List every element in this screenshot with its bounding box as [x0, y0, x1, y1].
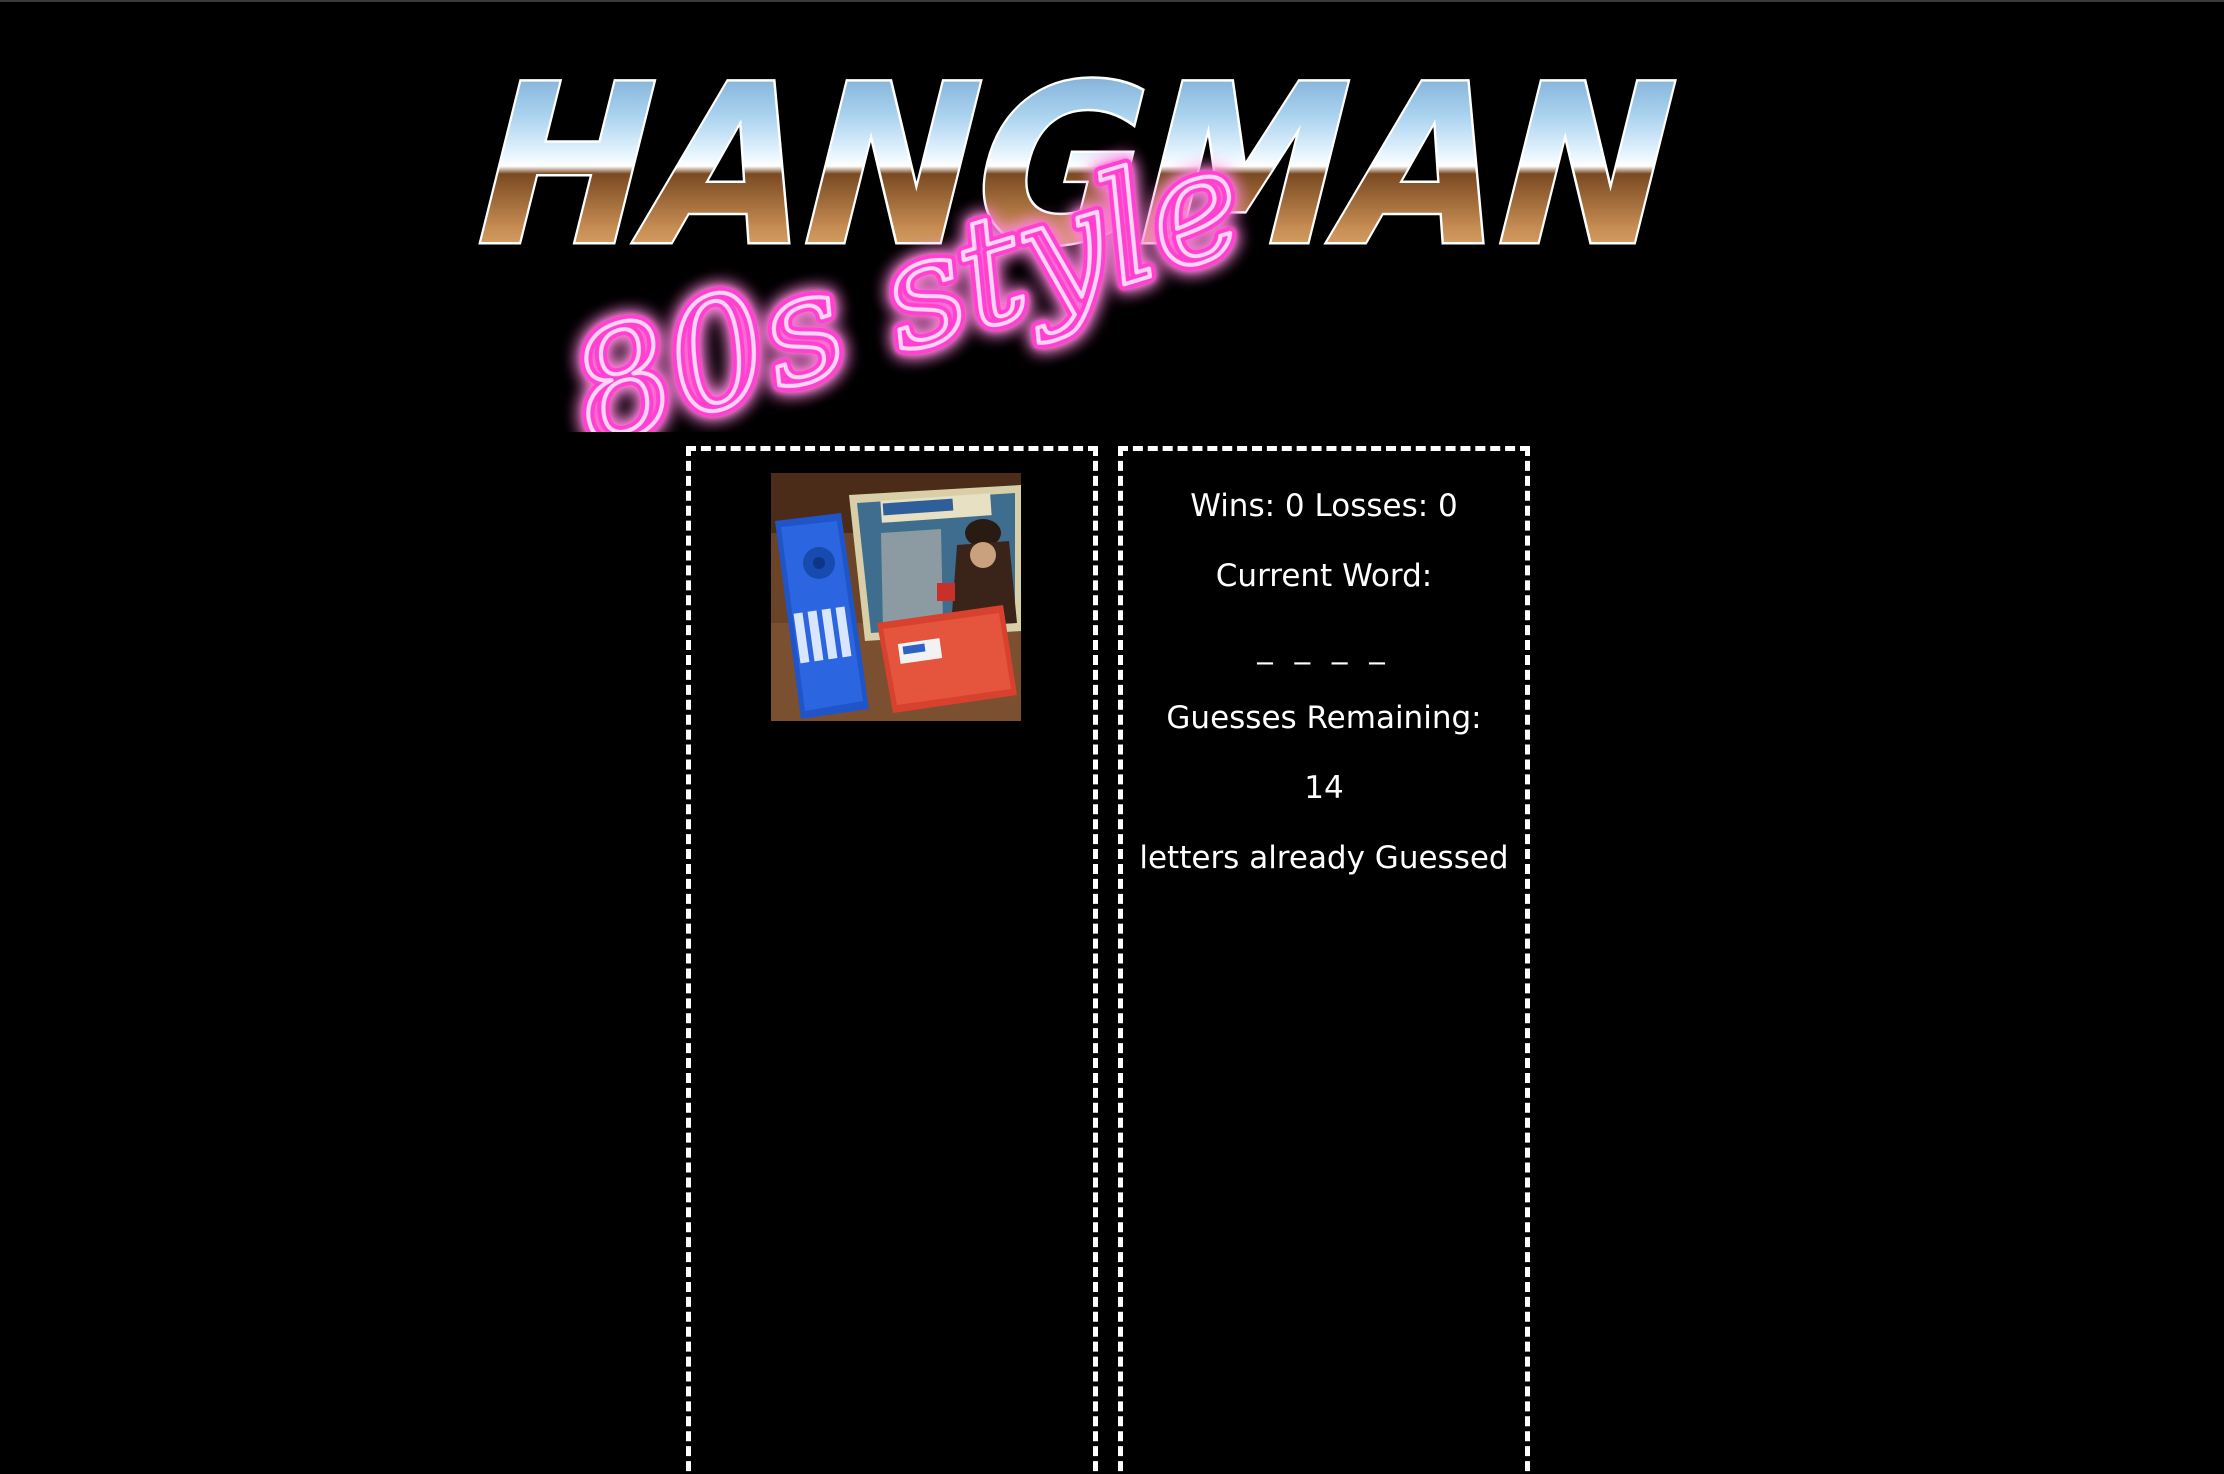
wins-count: 0 — [1284, 488, 1305, 524]
current-word: _ _ _ _ — [1257, 629, 1391, 665]
score-line: Wins: 0 Losses: 0 — [1123, 471, 1525, 541]
hangman-logo: HANGMAN 80s style 80s style — [440, 52, 1780, 432]
guesses-remaining-count: 14 — [1304, 770, 1344, 806]
stats-block: Wins: 0 Losses: 0 Current Word: _ _ _ _ … — [1123, 471, 1525, 893]
guesses-remaining-label: Guesses Remaining: — [1166, 700, 1482, 736]
hangman-board-game-photo — [771, 473, 1021, 721]
losses-count: 0 — [1438, 488, 1458, 524]
wins-label: Wins: — [1190, 488, 1276, 524]
page: HANGMAN 80s style 80s style Wins: 0 Loss… — [0, 0, 2224, 1474]
current-word-label: Current Word: — [1215, 558, 1433, 594]
red-game-board — [877, 605, 1017, 713]
stats-panel: Wins: 0 Losses: 0 Current Word: _ _ _ _ … — [1118, 446, 1530, 1474]
letters-guessed-label: letters already Guessed — [1139, 840, 1509, 876]
losses-label: Losses: — [1314, 488, 1429, 524]
image-panel — [686, 446, 1098, 1474]
